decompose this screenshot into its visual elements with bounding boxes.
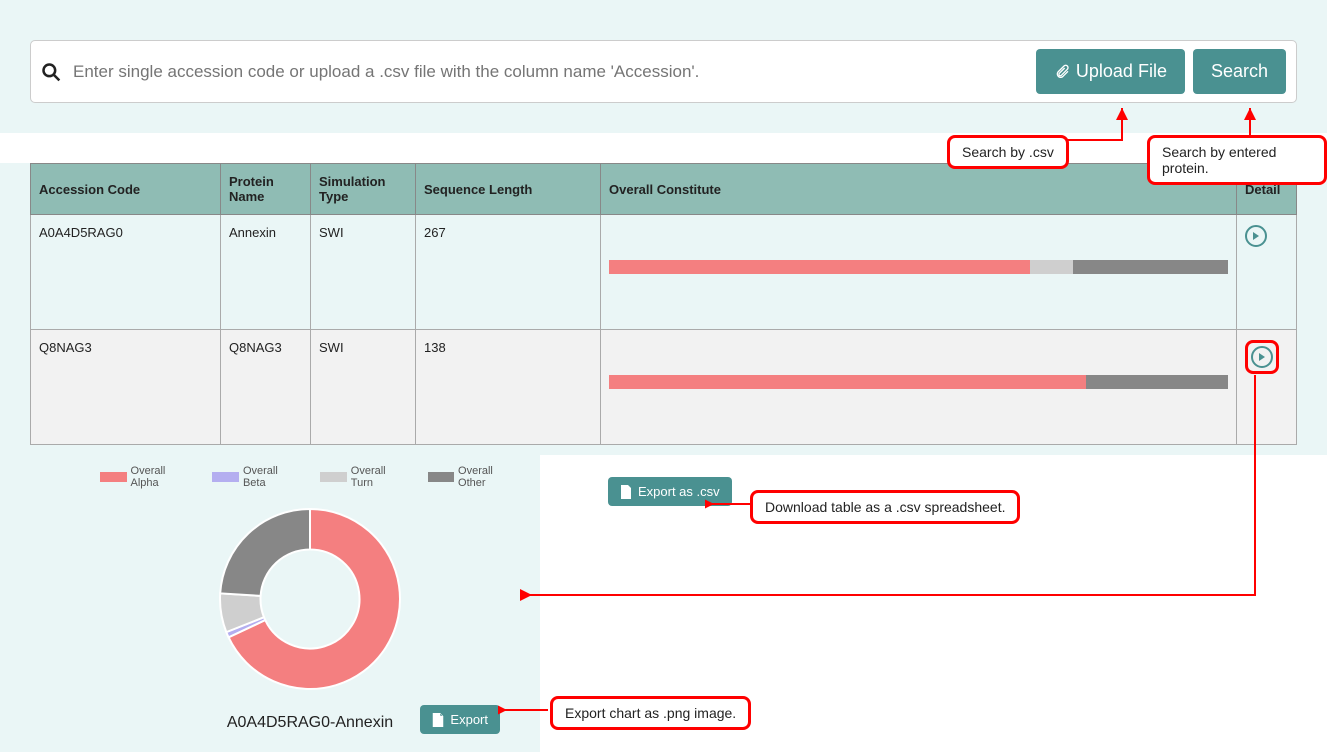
- file-icon: [432, 713, 444, 727]
- file-icon: [620, 485, 632, 499]
- bar-other: [1086, 375, 1228, 389]
- legend-swatch-beta: [212, 472, 239, 482]
- chart-panel: Overall Alpha Overall Beta Overall Turn …: [0, 455, 540, 752]
- cell-detail: [1237, 330, 1297, 445]
- export-csv-button[interactable]: Export as .csv: [608, 477, 732, 506]
- legend-turn: Overall Turn: [320, 465, 407, 489]
- donut-chart: [100, 499, 520, 699]
- search-bar: Upload File Search: [30, 40, 1297, 103]
- bar-alpha: [609, 375, 1086, 389]
- callout-search-csv: Search by .csv: [947, 135, 1069, 169]
- detail-arrow-icon[interactable]: [1245, 225, 1267, 247]
- legend-other: Overall Other: [428, 465, 520, 489]
- results-table-section: Accession Code Protein Name Simulation T…: [0, 163, 1327, 455]
- table-row: Q8NAG3 Q8NAG3 SWI 138: [31, 330, 1297, 445]
- cell-constitute: [601, 215, 1237, 330]
- results-table: Accession Code Protein Name Simulation T…: [30, 163, 1297, 445]
- chart-legend: Overall Alpha Overall Beta Overall Turn …: [100, 465, 520, 489]
- legend-swatch-alpha: [100, 472, 127, 482]
- legend-beta: Overall Beta: [212, 465, 300, 489]
- table-row: A0A4D5RAG0 Annexin SWI 267: [31, 215, 1297, 330]
- callout-search-protein: Search by entered protein.: [1147, 135, 1327, 185]
- callout-download-table: Download table as a .csv spreadsheet.: [750, 490, 1020, 524]
- cell-simulation: SWI: [311, 215, 416, 330]
- col-seqlen: Sequence Length: [416, 164, 601, 215]
- constitute-bar: [609, 375, 1228, 389]
- cell-protein: Annexin: [221, 215, 311, 330]
- detail-arrow-icon[interactable]: [1251, 346, 1273, 368]
- table-header-row: Accession Code Protein Name Simulation T…: [31, 164, 1297, 215]
- col-protein: Protein Name: [221, 164, 311, 215]
- search-button[interactable]: Search: [1193, 49, 1286, 94]
- cell-simulation: SWI: [311, 330, 416, 445]
- export-csv-label: Export as .csv: [638, 484, 720, 499]
- export-chart-label: Export: [450, 712, 488, 727]
- bar-other: [1073, 260, 1228, 274]
- upload-file-label: Upload File: [1076, 61, 1167, 82]
- accession-search-input[interactable]: [69, 54, 1028, 90]
- cell-protein: Q8NAG3: [221, 330, 311, 445]
- col-constitute: Overall Constitute: [601, 164, 1237, 215]
- search-section: Upload File Search: [0, 0, 1327, 133]
- search-icon: [41, 62, 61, 82]
- cell-accession: A0A4D5RAG0: [31, 215, 221, 330]
- paperclip-icon: [1054, 64, 1070, 80]
- cell-accession: Q8NAG3: [31, 330, 221, 445]
- cell-constitute: [601, 330, 1237, 445]
- bar-turn: [1030, 260, 1073, 274]
- callout-export-chart: Export chart as .png image.: [550, 696, 751, 730]
- cell-seqlen: 267: [416, 215, 601, 330]
- legend-swatch-other: [428, 472, 455, 482]
- bar-alpha: [609, 260, 1030, 274]
- constitute-bar: [609, 260, 1228, 274]
- legend-alpha: Overall Alpha: [100, 465, 192, 489]
- cell-seqlen: 138: [416, 330, 601, 445]
- col-accession: Accession Code: [31, 164, 221, 215]
- search-button-label: Search: [1211, 61, 1268, 82]
- legend-swatch-turn: [320, 472, 347, 482]
- upload-file-button[interactable]: Upload File: [1036, 49, 1185, 94]
- export-chart-button[interactable]: Export: [420, 705, 500, 734]
- detail-highlight: [1245, 340, 1279, 374]
- col-simulation: Simulation Type: [311, 164, 416, 215]
- cell-detail: [1237, 215, 1297, 330]
